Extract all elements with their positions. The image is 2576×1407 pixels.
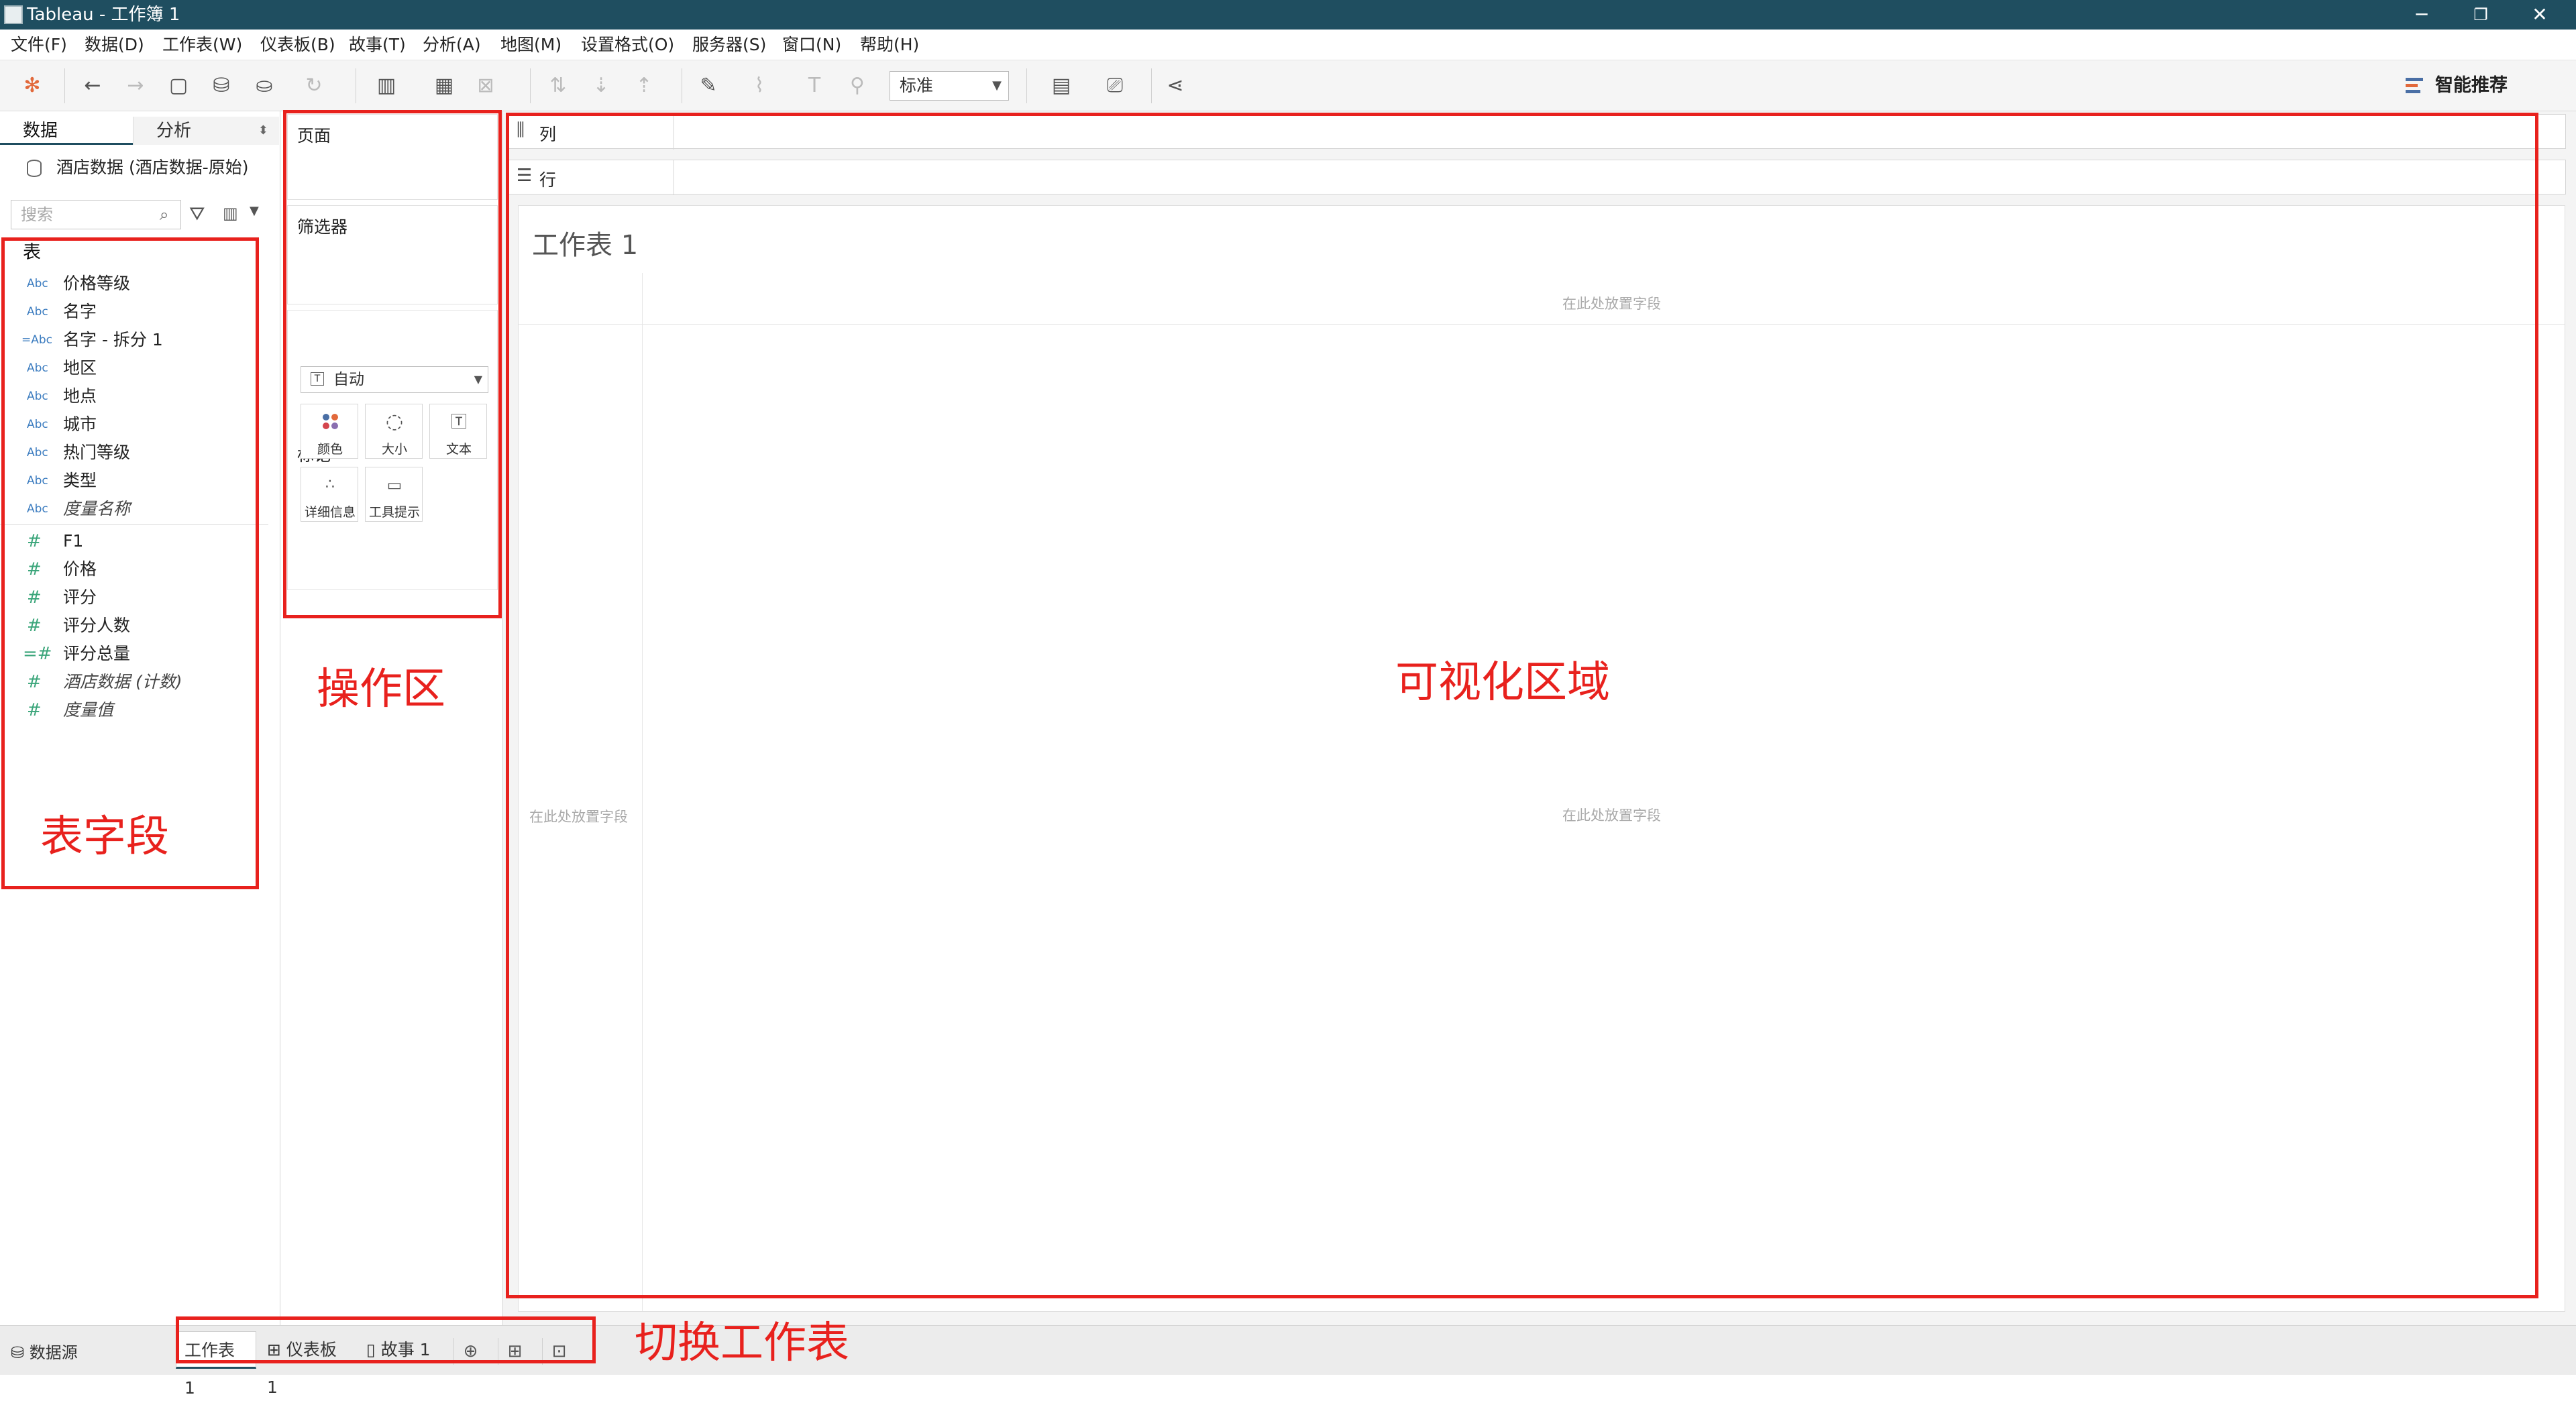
chevron-updown-icon: ⬍ <box>258 123 268 137</box>
toolbar-separator <box>530 68 531 103</box>
smart-recommend-button[interactable]: 智能推荐 <box>2406 74 2508 98</box>
presentation-mode-icon[interactable]: ⎚ <box>1102 72 1128 99</box>
close-button[interactable]: ✕ <box>2506 0 2573 30</box>
toolbar-separator <box>1026 68 1027 103</box>
switch-annotation-label: 切换工作表 <box>635 1318 849 1368</box>
menu-data[interactable]: 数据(D) <box>78 30 151 60</box>
view-toggle-icon[interactable]: ▥ <box>223 204 238 223</box>
smart-recommend-icon <box>2406 78 2423 93</box>
shelves-pane: 页面 筛选器 标记 T 自动 ▼ 颜色 ◌ 大小 🅃 文本 ∴ 详细信息 ▭ 工… <box>280 110 503 1325</box>
fit-select[interactable]: 标准 ▼ <box>890 71 1009 101</box>
duplicate-sheet-icon[interactable]: ▦ <box>431 72 458 99</box>
undo-icon[interactable]: ← <box>79 72 106 99</box>
chevron-down-icon: ▼ <box>992 78 1002 93</box>
toolbar-separator <box>1151 68 1152 103</box>
menu-bar: 文件(F) 数据(D) 工作表(W) 仪表板(B) 故事(T) 分析(A) 地图… <box>0 30 2576 60</box>
menu-worksheet[interactable]: 工作表(W) <box>156 30 249 60</box>
redo-icon[interactable]: → <box>122 72 149 99</box>
tab-analysis[interactable]: 分析 ⬍ <box>133 117 279 145</box>
tableau-logo-icon[interactable]: ✻ <box>19 72 46 99</box>
smart-recommend-label: 智能推荐 <box>2435 75 2508 96</box>
menu-server[interactable]: 服务器(S) <box>686 30 773 60</box>
swap-icon[interactable]: ⇅ <box>545 72 572 99</box>
switch-annotation-box <box>176 1316 596 1363</box>
menu-file[interactable]: 文件(F) <box>4 30 74 60</box>
filter-icon[interactable]: ⛛ <box>189 203 205 225</box>
bottom-tab-bar: ⛁ 数据源 工作表 1 ⊞ 仪表板 1 ▯ 故事 1 ⊕ ⊞ ⊡ 切换工作表 <box>0 1316 2576 1398</box>
visual-annotation-label: 可视化区域 <box>1395 658 1610 708</box>
fit-select-value: 标准 <box>900 76 934 95</box>
datasource-name[interactable]: 酒店数据 (酒店数据-原始) <box>56 154 248 181</box>
canvas-pane: ⫼ 列 ☰ 行 工作表 1 在此处放置字段 在此处放置字段 在此处放置字段 可视… <box>503 111 2576 1325</box>
operations-annotation-label: 操作区 <box>317 665 445 714</box>
highlight-icon[interactable]: ✎ <box>695 72 722 99</box>
datasource-tab[interactable]: ⛁ 数据源 <box>11 1339 78 1363</box>
refresh-icon[interactable]: ↻ <box>301 72 327 99</box>
search-input[interactable]: 搜索 <box>11 200 181 229</box>
toolbar: ✻ ← → ▢ ⛁ ⛀ ↻ ▥ ▦ ⊠ ⇅ ⇣ ⇡ ✎ ⌇ T ⚲ 标准 ▼ ▤… <box>0 60 2576 111</box>
title-bar: Tableau - 工作簿 1 ─ ❐ ✕ <box>0 0 2576 30</box>
menu-map[interactable]: 地图(M) <box>494 30 568 60</box>
share-icon[interactable]: ⋖ <box>1162 72 1189 99</box>
search-icon: ⌕ <box>160 205 169 224</box>
restore-button[interactable]: ❐ <box>2447 0 2514 30</box>
menu-story[interactable]: 故事(T) <box>342 30 413 60</box>
chevron-down-icon[interactable]: ▼ <box>250 204 259 218</box>
toolbar-separator <box>64 68 65 103</box>
menu-help[interactable]: 帮助(H) <box>853 30 926 60</box>
fields-annotation-box <box>1 237 259 889</box>
sort-asc-icon[interactable]: ⇣ <box>588 72 614 99</box>
datasource-icon <box>27 160 42 177</box>
minimize-button[interactable]: ─ <box>2388 0 2455 30</box>
labels-icon[interactable]: T <box>801 72 828 99</box>
pause-updates-icon[interactable]: ⛀ <box>251 72 278 99</box>
show-cards-icon[interactable]: ▤ <box>1048 72 1075 99</box>
clear-sheet-icon[interactable]: ⊠ <box>472 72 499 99</box>
menu-window[interactable]: 窗口(N) <box>775 30 848 60</box>
tab-data[interactable]: 数据 <box>0 117 133 145</box>
sort-desc-icon[interactable]: ⇡ <box>631 72 657 99</box>
group-icon[interactable]: ⌇ <box>746 72 773 99</box>
menu-format[interactable]: 设置格式(O) <box>574 30 681 60</box>
datasource-tab-label: 数据源 <box>29 1343 78 1362</box>
data-pane: 数据 分析 ⬍ 酒店数据 (酒店数据-原始) 搜索 ⌕ ⛛ ▥ ▼ 表 Abc 价… <box>0 111 280 1325</box>
menu-dashboard[interactable]: 仪表板(B) <box>254 30 342 60</box>
new-worksheet-icon[interactable]: ▥ <box>373 72 400 99</box>
new-datasource-icon[interactable]: ⛁ <box>208 72 235 99</box>
window-title: Tableau - 工作簿 1 <box>27 5 180 25</box>
datasource-tab-icon: ⛁ <box>11 1343 30 1362</box>
fields-annotation-label: 表字段 <box>40 812 169 862</box>
tableau-app-icon <box>4 5 23 24</box>
menu-analysis[interactable]: 分析(A) <box>416 30 488 60</box>
tab-analysis-label: 分析 <box>156 121 192 141</box>
save-icon[interactable]: ▢ <box>165 72 192 99</box>
pin-icon[interactable]: ⚲ <box>844 72 871 99</box>
operations-annotation-box <box>283 110 502 618</box>
